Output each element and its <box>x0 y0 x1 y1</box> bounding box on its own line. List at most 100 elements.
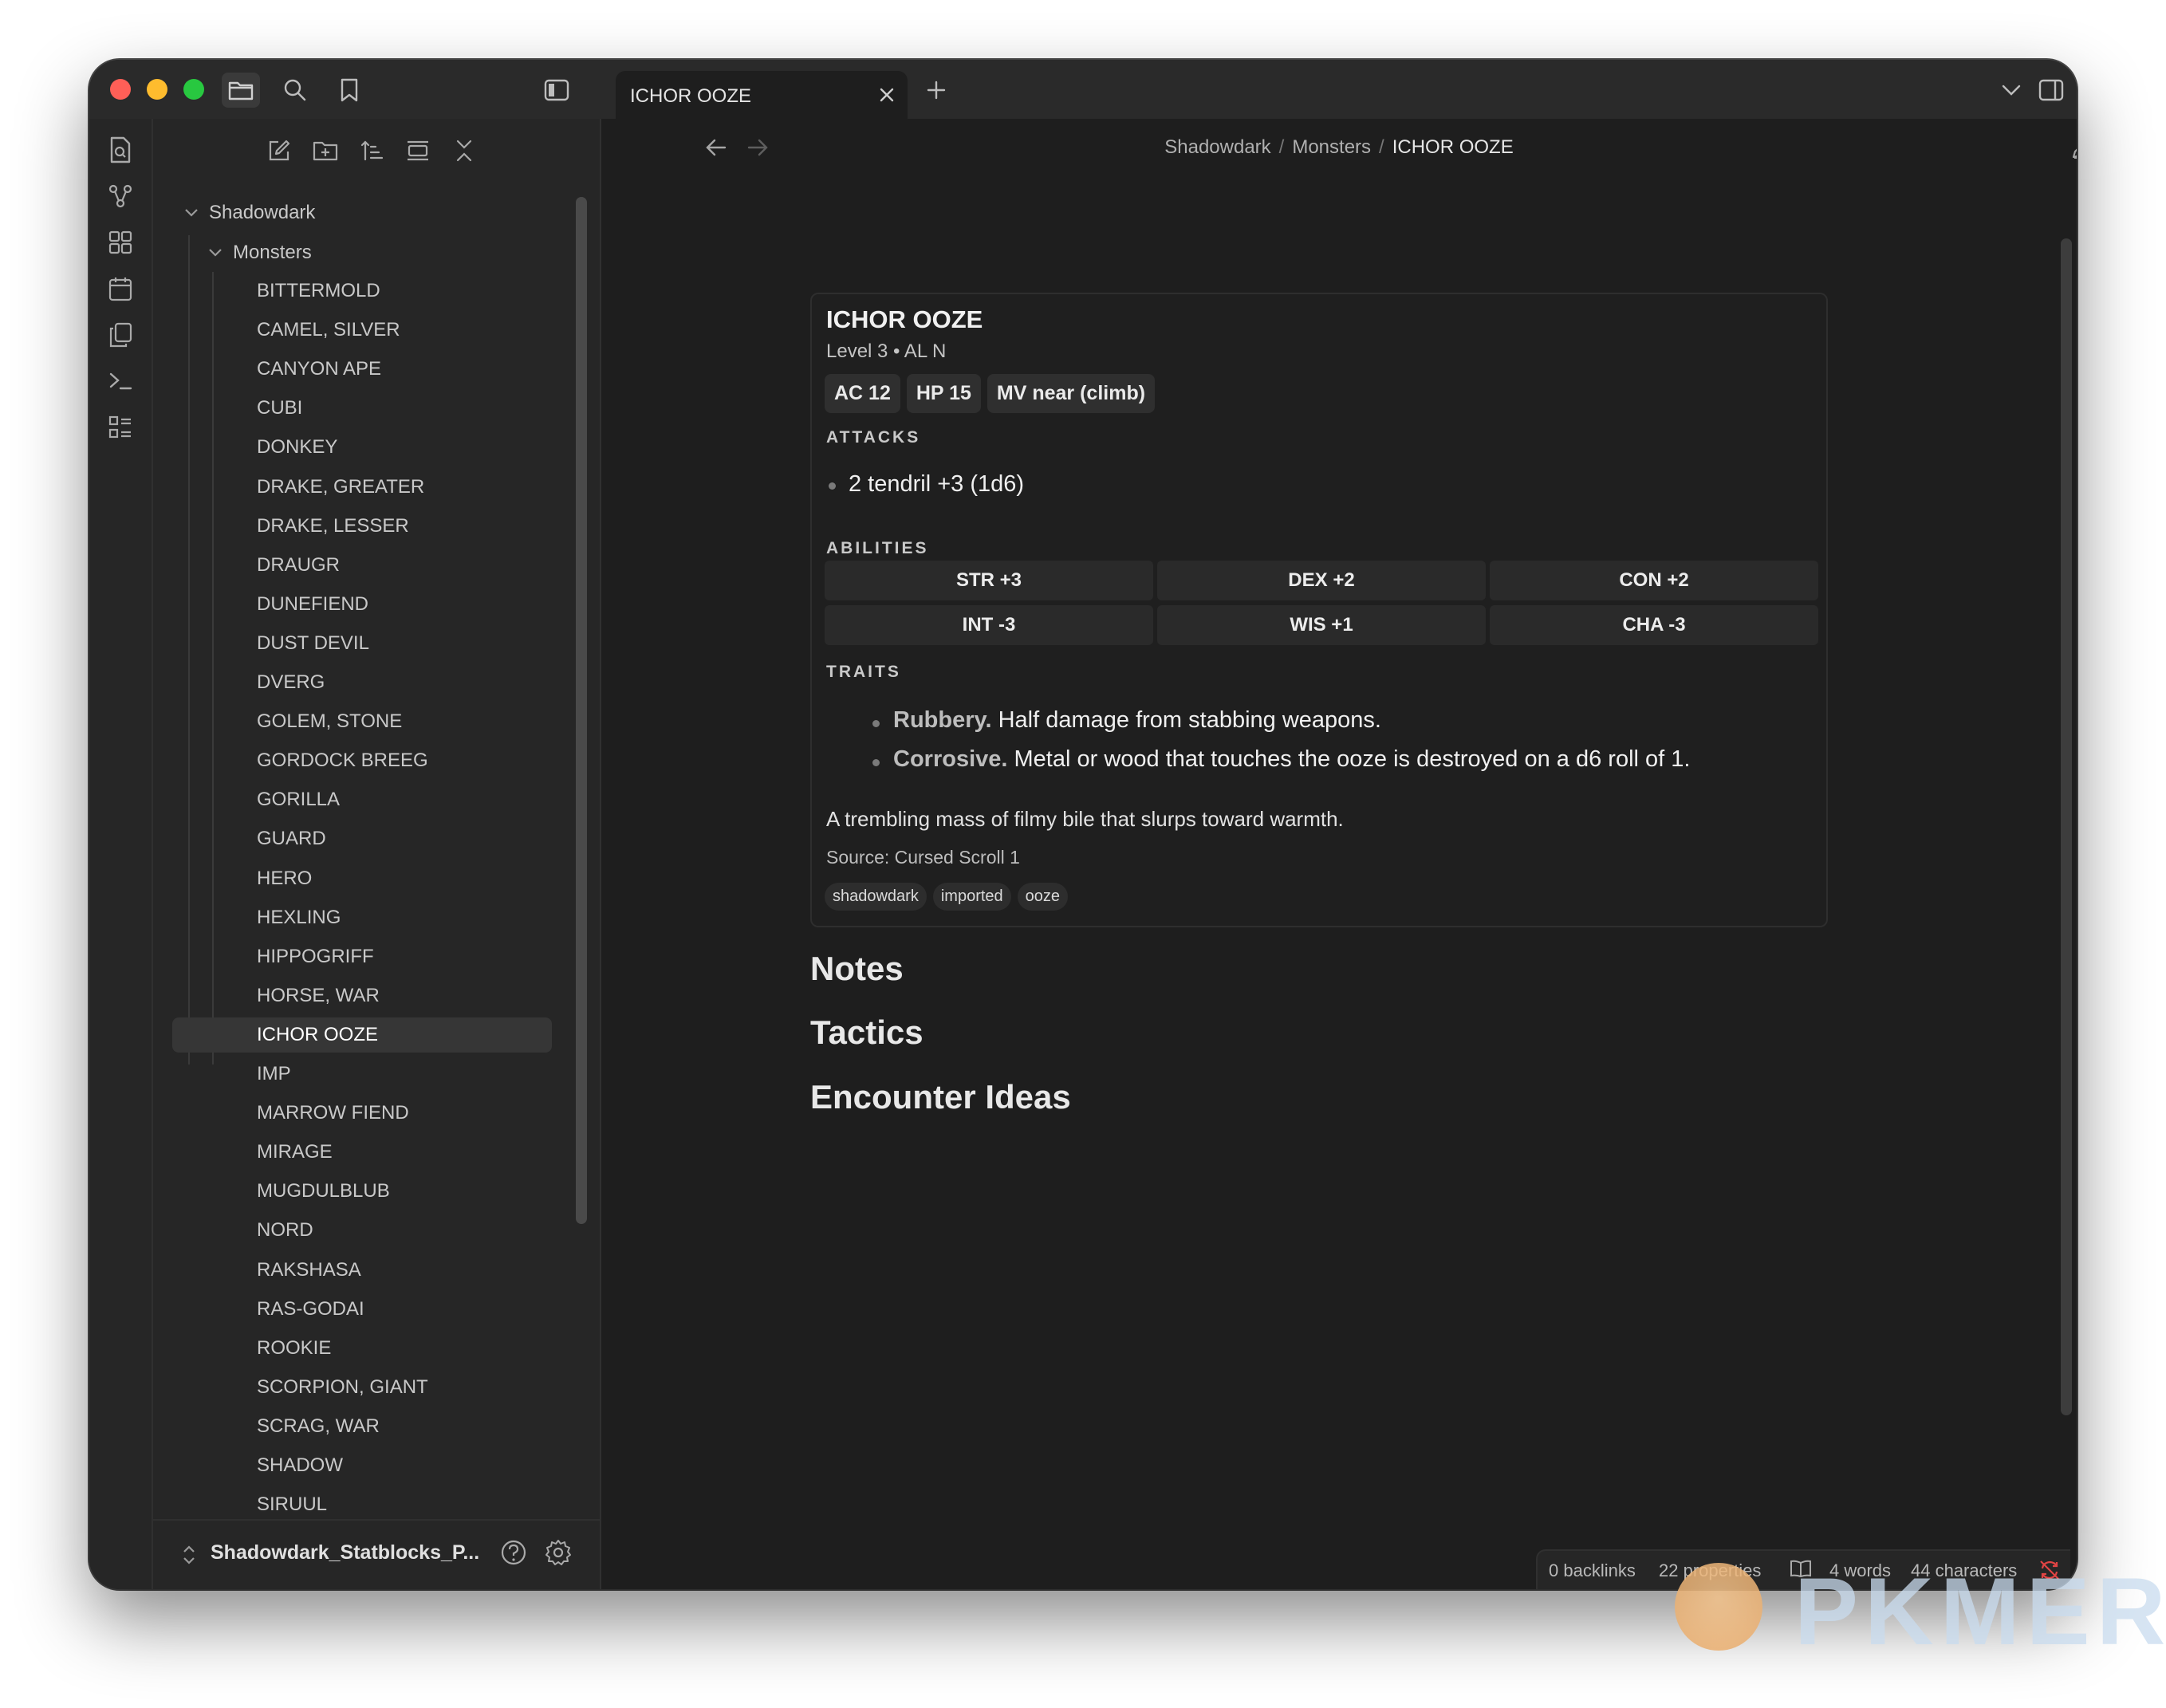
file-explorer: Shadowdark Monsters BITTERMOLD CAMEL, SIL… <box>153 119 601 1589</box>
sidebar-scrollbar[interactable] <box>576 197 587 1224</box>
tag-imported[interactable]: imported <box>932 883 1011 911</box>
ribbon <box>89 119 153 1589</box>
tree-file-item[interactable]: IMP <box>172 1057 552 1092</box>
ribbon-canvas[interactable] <box>105 227 136 258</box>
close-tab-button[interactable] <box>876 84 898 106</box>
tree-file-item[interactable]: SIRUUL <box>172 1487 552 1521</box>
tree-file-item[interactable]: DRAKE, GREATER <box>172 470 552 505</box>
ability-str: STR +3 <box>825 561 1153 600</box>
zoom-window-button[interactable] <box>183 79 204 100</box>
ribbon-bases[interactable] <box>105 412 136 443</box>
tree-file-item[interactable]: HEXLING <box>172 900 552 935</box>
file-label: MARROW FIEND <box>257 1102 409 1124</box>
breadcrumb: Shadowdark / Monsters / ICHOR OOZE <box>601 136 2077 159</box>
file-label: SHADOW <box>257 1454 343 1476</box>
tree-file-item[interactable]: DRAUGR <box>172 548 552 583</box>
tree-file-item[interactable]: MIRAGE <box>172 1135 552 1170</box>
new-note-button[interactable] <box>262 133 297 168</box>
tree-file-item[interactable]: CANYON APE <box>172 352 552 387</box>
files-toggle-button[interactable] <box>222 73 260 108</box>
tag-ooze[interactable]: ooze <box>1017 883 1069 911</box>
file-label: DRAKE, GREATER <box>257 476 425 498</box>
tree-file-item[interactable]: MARROW FIEND <box>172 1096 552 1131</box>
vault-name: Shadowdark_Statblocks_P... <box>211 1541 480 1564</box>
trait-text: Half damage from stabbing weapons. <box>991 707 1381 733</box>
tree-file-item[interactable]: NORD <box>172 1213 552 1248</box>
new-tab-button[interactable] <box>917 73 955 108</box>
ribbon-daily-note[interactable] <box>105 274 136 304</box>
editor-scrollbar[interactable] <box>2061 238 2072 1415</box>
toggle-right-sidebar-button[interactable] <box>2032 73 2070 108</box>
tree-file-item[interactable]: DONKEY <box>172 430 552 465</box>
file-label: HEXLING <box>257 907 341 928</box>
close-window-button[interactable] <box>110 79 131 100</box>
tree-file-item[interactable]: SCRAG, WAR <box>172 1409 552 1444</box>
collapse-all-button[interactable] <box>447 133 482 168</box>
tree-file-item[interactable]: SHADOW <box>172 1448 552 1483</box>
file-label: GORDOCK BREEG <box>257 750 428 771</box>
pencil-icon <box>2072 148 2077 159</box>
new-folder-button[interactable] <box>308 133 343 168</box>
tree-file-item[interactable]: CUBI <box>172 391 552 426</box>
minimize-window-button[interactable] <box>147 79 167 100</box>
file-label: DVERG <box>257 671 325 693</box>
toggle-sidebar-button[interactable] <box>538 73 576 108</box>
file-label: CANYON APE <box>257 358 382 380</box>
file-label: DUNEFIEND <box>257 593 369 615</box>
tree-file-item[interactable]: GORDOCK BREEG <box>172 743 552 778</box>
file-label: SCORPION, GIANT <box>257 1376 428 1398</box>
tab-ichor-ooze[interactable]: ICHOR OOZE <box>616 71 908 119</box>
bookmarks-button[interactable] <box>330 73 368 108</box>
backlinks-count[interactable]: 0 backlinks <box>1549 1560 1636 1581</box>
tree-file-item[interactable]: DRAKE, LESSER <box>172 509 552 544</box>
tree-file-item[interactable]: RAS-GODAI <box>172 1292 552 1327</box>
tree-file-item[interactable]: CAMEL, SILVER <box>172 313 552 348</box>
tree-file-item[interactable]: RAKSHASA <box>172 1253 552 1288</box>
tree-file-item[interactable]: DVERG <box>172 665 552 700</box>
ribbon-command-palette[interactable] <box>105 366 136 396</box>
traits-heading: TRAITS <box>826 663 901 681</box>
tree-file-item[interactable]: ROOKIE <box>172 1331 552 1366</box>
tree-file-item[interactable]: ICHOR OOZE <box>172 1017 552 1053</box>
sort-button[interactable] <box>354 133 389 168</box>
breadcrumb-folder[interactable]: Monsters <box>1292 136 1371 158</box>
breadcrumb-current[interactable]: ICHOR OOZE <box>1392 136 1514 158</box>
tree-file-item[interactable]: DUST DEVIL <box>172 626 552 661</box>
settings-button[interactable] <box>544 1538 573 1567</box>
file-label: MUGDULBLUB <box>257 1180 390 1202</box>
tree-file-item[interactable]: SCORPION, GIANT <box>172 1370 552 1405</box>
ribbon-graph-view[interactable] <box>105 181 136 211</box>
tag-shadowdark[interactable]: shadowdark <box>825 883 927 911</box>
edit-mode-button[interactable] <box>2069 133 2077 162</box>
help-circle-icon <box>501 1540 526 1565</box>
tree-file-item[interactable]: GUARD <box>172 821 552 856</box>
file-label: HIPPOGRIFF <box>257 946 374 967</box>
file-label: CUBI <box>257 397 303 419</box>
ribbon-open-quick-switcher[interactable] <box>105 135 136 165</box>
bookmark-icon <box>341 78 358 102</box>
tree-folder-monsters[interactable]: Monsters <box>196 235 312 270</box>
tree-file-item[interactable]: GORILLA <box>172 782 552 817</box>
tree-file-item[interactable]: GOLEM, STONE <box>172 704 552 739</box>
auto-reveal-button[interactable] <box>400 133 435 168</box>
breadcrumb-root[interactable]: Shadowdark <box>1164 136 1270 158</box>
file-label: DUST DEVIL <box>257 632 369 654</box>
app-window: ICHOR OOZE Shadowdark Monsters BITTERMOL… <box>89 60 2077 1589</box>
tree-folder-shadowdark[interactable]: Shadowdark <box>172 195 315 230</box>
tree-file-item[interactable]: HIPPOGRIFF <box>172 939 552 974</box>
gear-icon <box>545 1540 571 1565</box>
vault-switcher[interactable]: Shadowdark_Statblocks_P... <box>153 1519 600 1589</box>
monster-description: A trembling mass of filmy bile that slur… <box>826 807 1344 831</box>
ability-con: CON +2 <box>1490 561 1818 600</box>
tree-file-item[interactable]: HERO <box>172 861 552 896</box>
help-button[interactable] <box>499 1538 528 1567</box>
file-label: MIRAGE <box>257 1141 333 1163</box>
search-button[interactable] <box>276 73 314 108</box>
ribbon-templates[interactable] <box>105 320 136 350</box>
tab-list-button[interactable] <box>1992 73 2030 108</box>
tree-file-item[interactable]: BITTERMOLD <box>172 274 552 309</box>
tree-file-item[interactable]: DUNEFIEND <box>172 587 552 622</box>
layout-grid-icon <box>108 230 132 254</box>
tree-file-item[interactable]: MUGDULBLUB <box>172 1174 552 1209</box>
tree-file-item[interactable]: HORSE, WAR <box>172 978 552 1013</box>
